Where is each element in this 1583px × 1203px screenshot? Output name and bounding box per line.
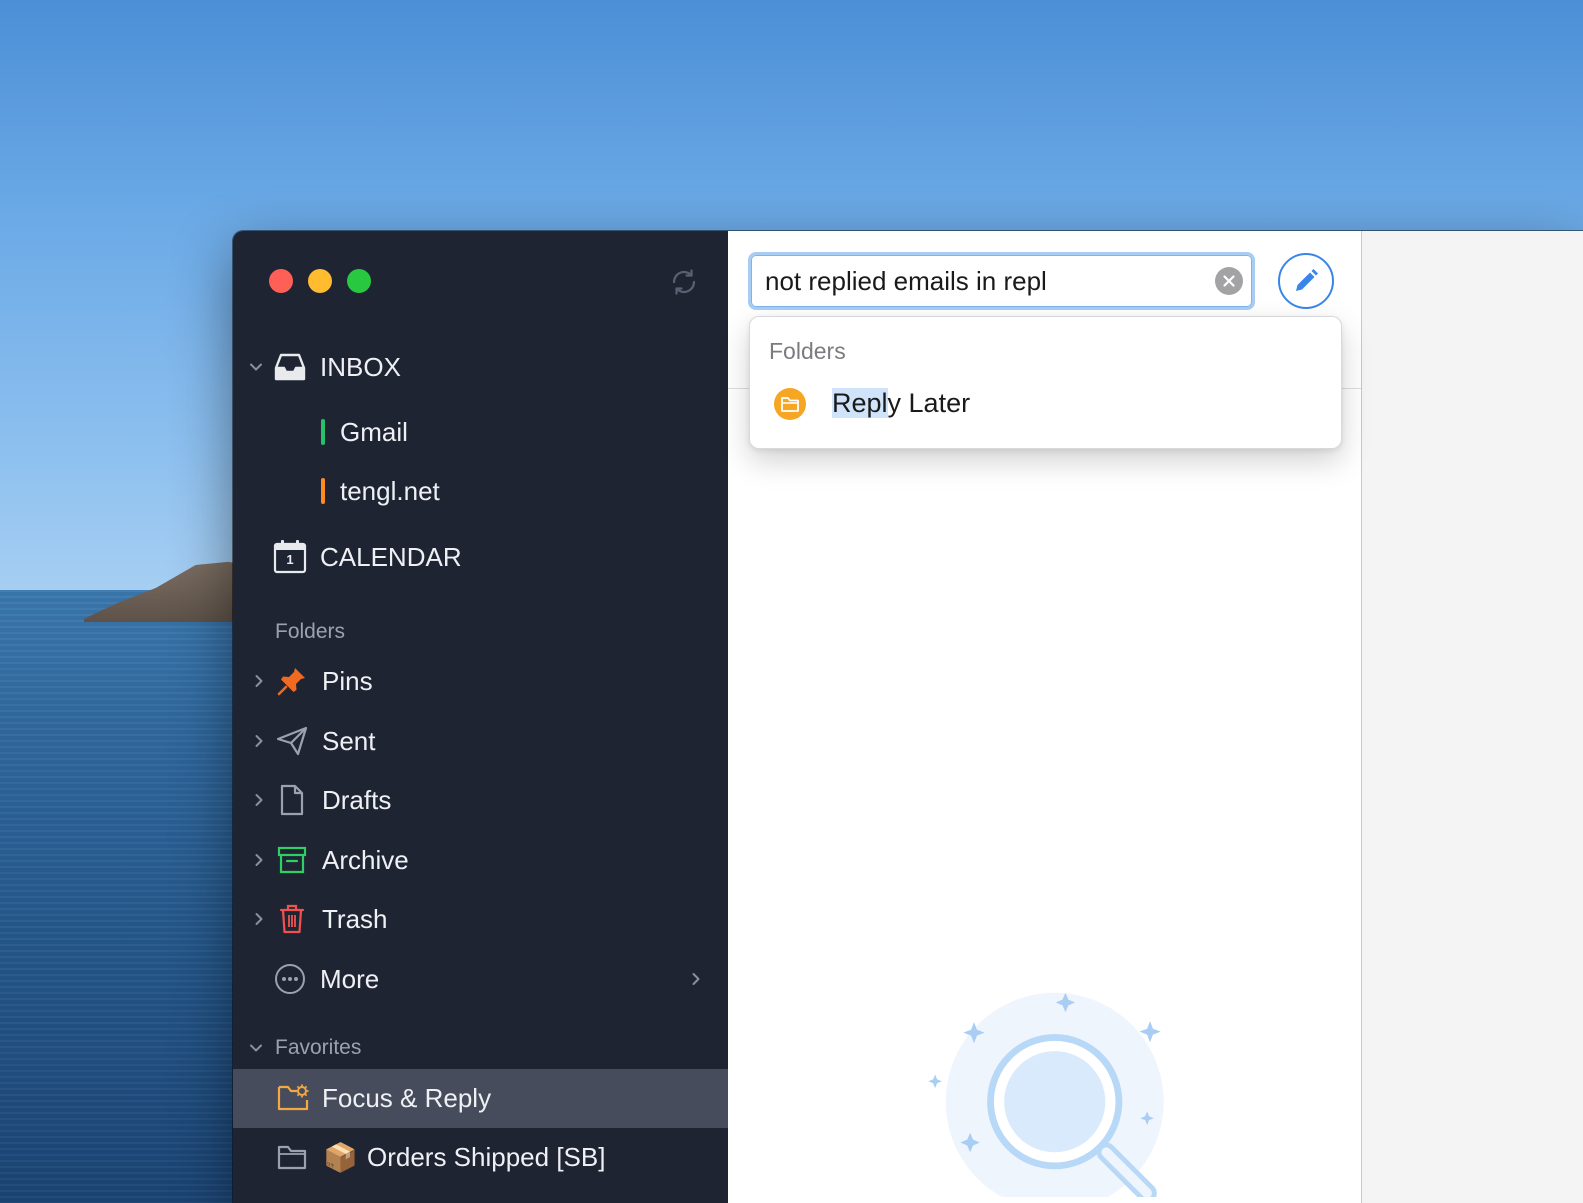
window-controls	[269, 269, 371, 293]
chevron-right-icon[interactable]	[252, 853, 266, 867]
sidebar-item-label: Drafts	[322, 785, 392, 815]
archive-box-icon	[277, 845, 307, 875]
sidebar-item-label: Trash	[322, 904, 388, 934]
smart-folder-icon	[277, 1082, 309, 1112]
sidebar-item-label: Archive	[322, 845, 409, 875]
sync-icon[interactable]	[669, 267, 699, 297]
sidebar-item-label: Orders Shipped [SB]	[367, 1142, 606, 1172]
sidebar: INBOX Gmail tengl.net 1 CALENDAR Folders…	[233, 231, 728, 1203]
search-empty-state-illustration	[928, 992, 1164, 1197]
sidebar-item-label: Gmail	[340, 417, 408, 447]
suggestions-section-title: Folders	[769, 338, 846, 364]
suggestion-label: Reply Later	[832, 388, 970, 419]
paper-plane-icon	[276, 726, 308, 756]
favorites-heading: Favorites	[275, 1036, 362, 1059]
chevron-right-icon[interactable]	[252, 912, 266, 926]
folders-heading: Folders	[275, 620, 346, 643]
pin-icon	[277, 666, 307, 696]
sidebar-item-more[interactable]: More	[233, 950, 728, 1009]
suggestion-label-rest: y Later	[887, 388, 971, 418]
sidebar-item-tengl[interactable]: tengl.net	[233, 462, 728, 521]
chevron-right-icon[interactable]	[252, 734, 266, 748]
trash-icon	[279, 903, 305, 935]
sidebar-item-drafts[interactable]: Drafts	[233, 771, 728, 830]
sidebar-item-focus-reply[interactable]: Focus & Reply	[233, 1069, 728, 1128]
sidebar-item-label: INBOX	[320, 352, 401, 382]
sidebar-item-trash[interactable]: Trash	[233, 890, 728, 949]
sidebar-item-label: tengl.net	[340, 476, 440, 506]
tray-icon	[273, 350, 307, 384]
sidebar-item-inbox[interactable]: INBOX	[233, 338, 728, 397]
sidebar-item-calendar[interactable]: 1 CALENDAR	[233, 528, 728, 587]
sidebar-item-label: Pins	[322, 666, 373, 696]
close-window-button[interactable]	[269, 269, 293, 293]
folder-icon	[774, 388, 806, 420]
ellipsis-circle-icon	[274, 963, 306, 995]
chevron-down-icon[interactable]	[249, 360, 263, 374]
chevron-down-icon[interactable]	[249, 1041, 263, 1055]
package-emoji: 📦	[323, 1142, 358, 1173]
calendar-day: 1	[286, 552, 294, 567]
sidebar-item-label: CALENDAR	[320, 542, 462, 572]
favorites-header[interactable]: Favorites	[233, 1033, 728, 1063]
chevron-right-icon[interactable]	[252, 674, 266, 688]
sidebar-item-archive[interactable]: Archive	[233, 831, 728, 890]
sidebar-item-label: More	[320, 964, 380, 994]
sidebar-item-label: Focus & Reply	[322, 1083, 492, 1113]
compose-button[interactable]	[1278, 253, 1334, 309]
document-icon	[278, 784, 306, 816]
folder-icon	[277, 1143, 307, 1171]
chevron-right-icon	[692, 973, 700, 985]
chevron-right-icon[interactable]	[252, 793, 266, 807]
search-suggestions-dropdown: Folders Reply Later	[749, 316, 1342, 449]
clear-icon[interactable]	[1215, 267, 1243, 295]
zoom-window-button[interactable]	[347, 269, 371, 293]
match-highlight: Repl	[832, 388, 888, 418]
search-input[interactable]	[765, 255, 1205, 307]
sidebar-item-orders-shipped[interactable]: 📦 Orders Shipped [SB]	[233, 1128, 728, 1187]
pencil-icon	[1296, 269, 1318, 291]
account-color-bar	[321, 419, 325, 445]
calendar-icon: 1	[273, 539, 307, 575]
suggestion-item-reply-later[interactable]: Reply Later	[750, 379, 1341, 431]
sidebar-item-sent[interactable]: Sent	[233, 712, 728, 771]
sidebar-item-label: Sent	[322, 726, 376, 756]
reading-pane	[1361, 231, 1583, 1203]
sidebar-item-gmail[interactable]: Gmail	[233, 403, 728, 462]
search-field[interactable]	[748, 252, 1255, 310]
minimize-window-button[interactable]	[308, 269, 332, 293]
account-color-bar	[321, 478, 325, 504]
sidebar-item-pins[interactable]: Pins	[233, 652, 728, 711]
